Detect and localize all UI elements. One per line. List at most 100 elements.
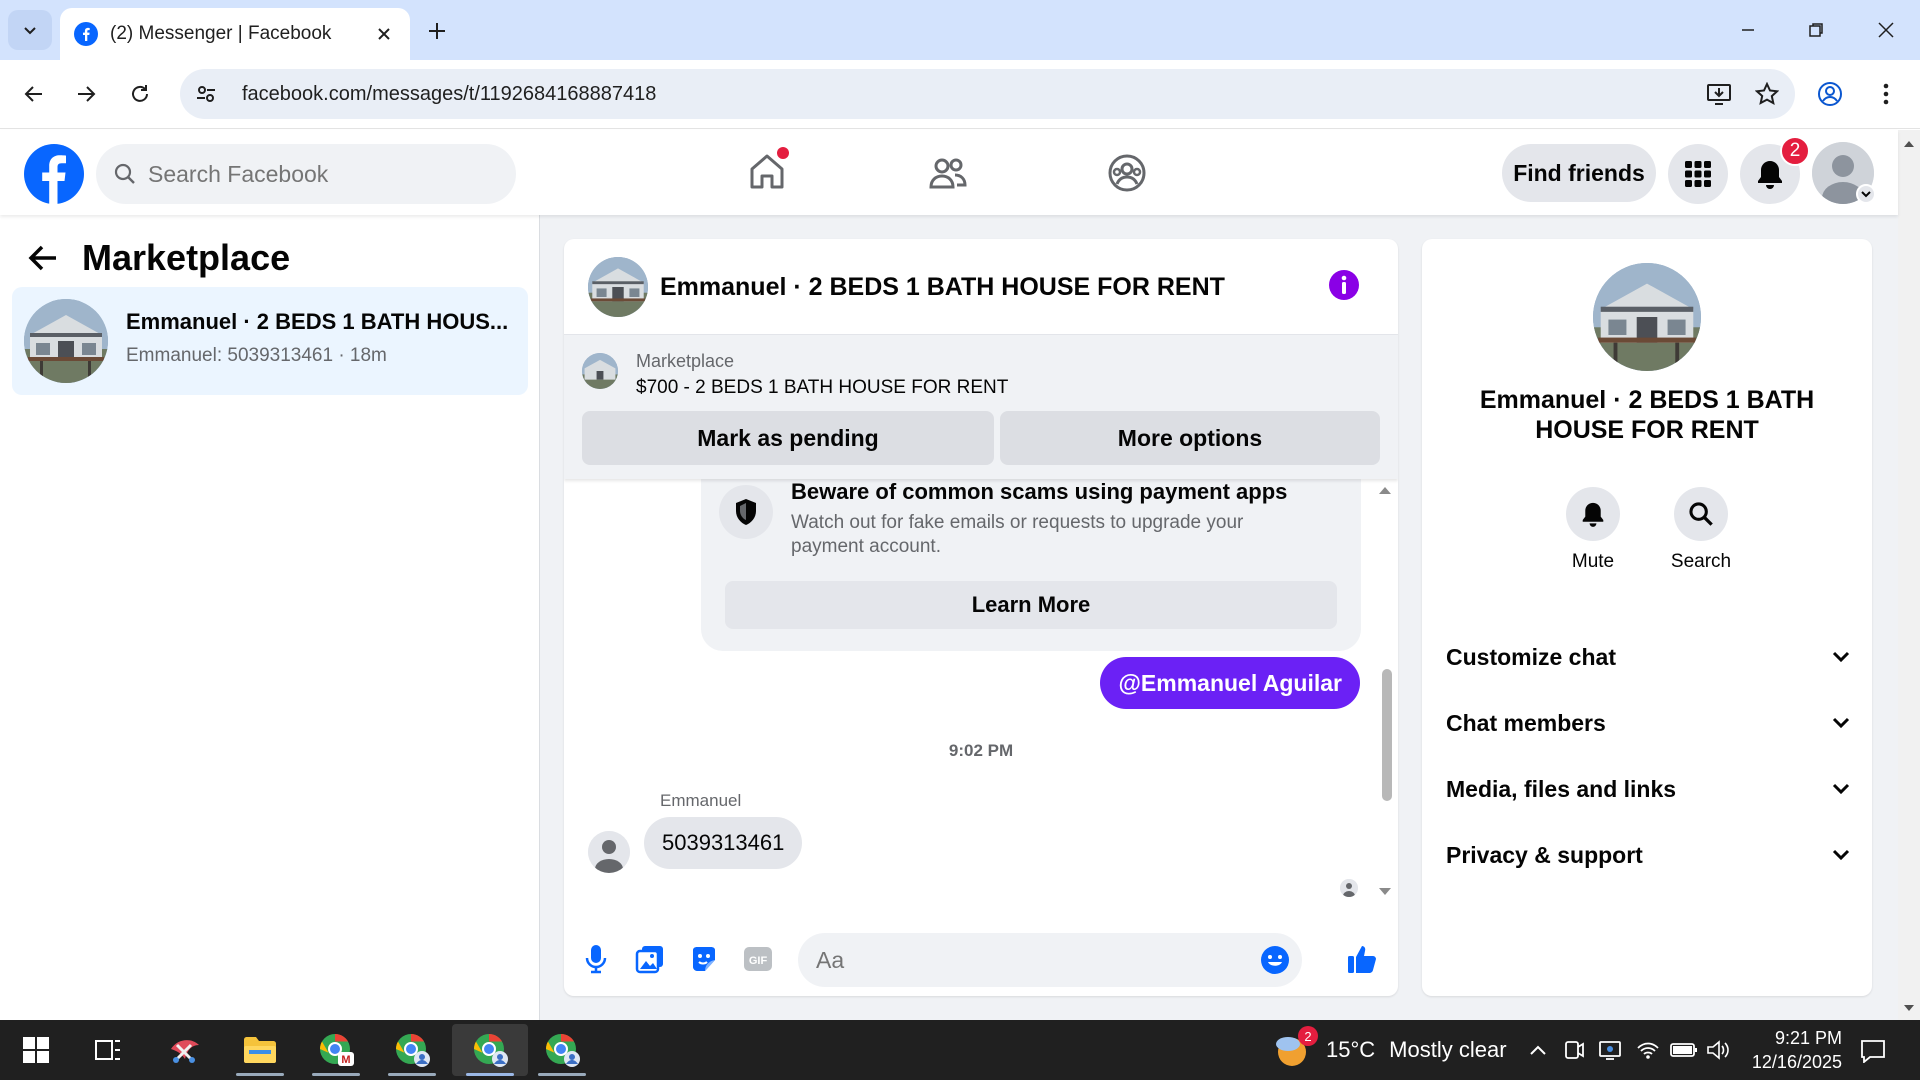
- mark-as-pending-button[interactable]: Mark as pending: [582, 411, 994, 465]
- received-message-bubble[interactable]: 5039313461: [644, 817, 803, 869]
- tab-title: (2) Messenger | Facebook: [110, 23, 332, 44]
- chevron-down-icon: [1832, 849, 1850, 861]
- kebab-menu-icon: [1883, 83, 1889, 105]
- media-files-links-section[interactable]: Media, files and links: [1446, 761, 1850, 817]
- reload-button[interactable]: [118, 72, 162, 116]
- sticker-icon[interactable]: [686, 941, 722, 977]
- back-button[interactable]: [12, 72, 56, 116]
- chevron-down-icon: [1832, 717, 1850, 729]
- search-input[interactable]: [148, 160, 468, 188]
- facebook-logo[interactable]: [24, 144, 84, 204]
- close-window-button[interactable]: [1862, 8, 1910, 52]
- message-composer: GIF: [564, 929, 1398, 989]
- volume-icon[interactable]: [1704, 1036, 1732, 1064]
- battery-icon[interactable]: [1668, 1036, 1700, 1064]
- running-indicator: [388, 1073, 436, 1076]
- bookmark-star-icon[interactable]: [1747, 74, 1787, 114]
- back-arrow-icon[interactable]: [28, 245, 58, 271]
- message-input-box[interactable]: [798, 933, 1302, 987]
- mute-button[interactable]: Mute: [1553, 487, 1633, 573]
- taskbar-app-chrome-profile-2[interactable]: [530, 1024, 594, 1076]
- task-view-icon: [95, 1040, 120, 1060]
- install-app-icon[interactable]: [1699, 74, 1739, 114]
- more-options-button[interactable]: More options: [1000, 411, 1380, 465]
- listing-thumbnail[interactable]: [582, 353, 618, 389]
- taskbar-app-snipping[interactable]: [152, 1024, 216, 1076]
- thumbs-up-icon[interactable]: [1344, 941, 1380, 977]
- show-hidden-icons-chevron-icon[interactable]: [1524, 1036, 1552, 1064]
- details-avatar[interactable]: [1593, 263, 1701, 371]
- chrome-menu-button[interactable]: [1864, 72, 1908, 116]
- taskbar-app-chrome-gmail[interactable]: M: [304, 1024, 368, 1076]
- bell-icon: [1758, 161, 1782, 189]
- taskbar-app-chrome-profile-1[interactable]: [380, 1024, 444, 1076]
- chat-members-section[interactable]: Chat members: [1446, 695, 1850, 751]
- folder-icon: [244, 1037, 276, 1063]
- restore-button[interactable]: [1792, 8, 1840, 52]
- privacy-support-section[interactable]: Privacy & support: [1446, 827, 1850, 883]
- sender-avatar[interactable]: [588, 831, 630, 873]
- minimize-button[interactable]: [1724, 8, 1772, 52]
- chat-scroll-thumb[interactable]: [1382, 669, 1392, 801]
- system-clock[interactable]: 9:21 PM 12/16/2025: [1732, 1026, 1842, 1074]
- avatar-placeholder-icon: [1340, 879, 1358, 897]
- emoji-icon[interactable]: [1260, 945, 1290, 975]
- browser-tab-messenger[interactable]: (2) Messenger | Facebook: [60, 8, 410, 60]
- customize-chat-section[interactable]: Customize chat: [1446, 629, 1850, 685]
- url-text[interactable]: facebook.com/messages/t/1192684168887418: [242, 83, 1699, 106]
- scroll-down-icon[interactable]: [1903, 1004, 1915, 1012]
- clock-time: 9:21 PM: [1774, 1028, 1842, 1048]
- conversation-list-item[interactable]: Emmanuel · 2 BEDS 1 BATH HOUS... Emmanue…: [12, 287, 528, 395]
- address-bar[interactable]: facebook.com/messages/t/1192684168887418: [180, 69, 1795, 119]
- nav-home[interactable]: [719, 142, 819, 204]
- scroll-down-icon[interactable]: [1378, 887, 1392, 897]
- conversation-info-button[interactable]: [1328, 269, 1360, 301]
- learn-more-button[interactable]: Learn More: [725, 581, 1337, 629]
- running-indicator: [466, 1073, 514, 1076]
- search-in-conversation-button[interactable]: Search: [1661, 487, 1741, 573]
- account-circle-icon: [1818, 82, 1842, 106]
- chat-avatar[interactable]: [588, 257, 648, 317]
- taskbar-app-file-explorer[interactable]: [228, 1024, 292, 1076]
- tab-search-button[interactable]: [8, 10, 52, 50]
- start-button[interactable]: [4, 1024, 68, 1076]
- scroll-up-icon[interactable]: [1903, 140, 1915, 148]
- message-input[interactable]: [816, 946, 1236, 974]
- close-tab-icon[interactable]: [372, 22, 396, 46]
- facebook-logo-icon: [24, 144, 84, 204]
- task-view-button[interactable]: [76, 1024, 140, 1076]
- minimize-icon: [1742, 29, 1754, 31]
- taskbar-app-chrome-active[interactable]: [452, 1024, 528, 1076]
- scam-warning-body: Watch out for fake emails or requests to…: [791, 512, 1244, 557]
- display-icon[interactable]: [1596, 1036, 1624, 1064]
- listing-title[interactable]: $700 - 2 BEDS 1 BATH HOUSE FOR RENT: [636, 377, 1008, 399]
- site-info-icon[interactable]: [186, 74, 226, 114]
- nav-groups[interactable]: [1077, 142, 1177, 204]
- notification-center-icon[interactable]: [1856, 1034, 1890, 1068]
- chat-title[interactable]: Emmanuel · 2 BEDS 1 BATH HOUSE FOR RENT: [660, 273, 1225, 302]
- profile-menu-button[interactable]: [1808, 72, 1852, 116]
- forward-button[interactable]: [64, 72, 108, 116]
- new-tab-button[interactable]: [420, 14, 454, 48]
- page-scrollbar[interactable]: [1898, 130, 1920, 1020]
- microphone-icon[interactable]: [578, 941, 614, 977]
- chat-scrollbar[interactable]: [1374, 479, 1398, 909]
- info-icon: [1329, 270, 1359, 300]
- listing-source-label: Marketplace: [636, 351, 735, 371]
- find-friends-button[interactable]: Find friends: [1502, 144, 1656, 202]
- wifi-icon[interactable]: [1634, 1036, 1662, 1064]
- running-indicator: [236, 1073, 284, 1076]
- gif-icon[interactable]: GIF: [740, 941, 776, 977]
- notifications-button[interactable]: 2: [1740, 136, 1810, 204]
- account-avatar-button[interactable]: [1812, 142, 1876, 204]
- chevron-down-icon: [1832, 783, 1850, 795]
- sent-message-bubble[interactable]: @Emmanuel Aguilar: [1100, 657, 1360, 709]
- panel-title: Marketplace: [82, 237, 291, 278]
- nav-friends[interactable]: [898, 142, 998, 204]
- weather-widget[interactable]: 2 15°C Mostly clear: [1272, 1026, 1507, 1070]
- menu-button[interactable]: [1668, 144, 1728, 204]
- scroll-up-icon[interactable]: [1378, 485, 1392, 495]
- photo-gallery-icon[interactable]: [632, 941, 668, 977]
- facebook-search[interactable]: [96, 144, 516, 204]
- meet-now-icon[interactable]: [1560, 1036, 1588, 1064]
